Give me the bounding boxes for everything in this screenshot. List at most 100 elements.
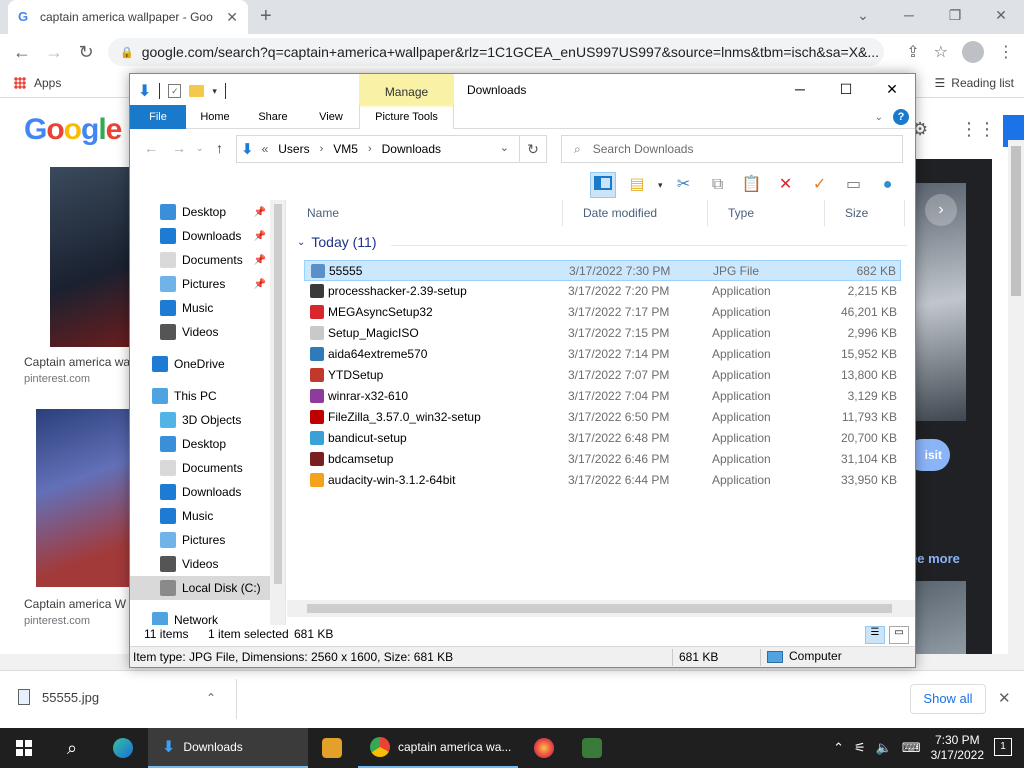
globe-icon[interactable]: ● (875, 172, 901, 198)
notification-icon[interactable]: 1 (994, 738, 1012, 756)
nav-item[interactable]: Documents (130, 456, 270, 480)
breadcrumb-separator-icon[interactable]: › (368, 143, 372, 155)
nav-item[interactable]: Network (130, 608, 270, 625)
h-scrollbar[interactable] (287, 600, 915, 617)
rename-icon[interactable]: ▭ (841, 172, 867, 198)
browser-tab[interactable]: G captain america wallpaper - Goo ✕ (8, 0, 248, 34)
minimize-icon[interactable]: ─ (777, 74, 823, 105)
nav-item[interactable]: This PC (130, 384, 270, 408)
breadcrumb-item[interactable]: Users (278, 142, 309, 156)
nav-item[interactable]: Videos (130, 552, 270, 576)
nav-item[interactable]: OneDrive (130, 352, 270, 376)
breadcrumb-item[interactable]: VM5 (333, 142, 358, 156)
nav-item[interactable]: Desktop (130, 432, 270, 456)
address-dropdown-icon[interactable]: ⌄ (500, 141, 509, 154)
file-row[interactable]: FileZilla_3.57.0_win32-setup 3/17/2022 6:… (304, 407, 901, 428)
file-row[interactable]: Setup_MagicISO 3/17/2022 7:15 PM Applicati… (304, 323, 901, 344)
breadcrumb-separator-icon[interactable]: › (320, 143, 324, 155)
expand-ribbon-icon[interactable]: ⌄ (875, 112, 883, 123)
up-arrow-icon[interactable]: ↑ (216, 140, 223, 156)
next-arrow-icon[interactable]: › (925, 194, 957, 226)
tab-file[interactable]: File (130, 105, 186, 129)
bookmark-star-icon[interactable]: ☆ (934, 42, 948, 62)
collapse-chevron-icon[interactable]: ⌄ (297, 237, 305, 248)
nav-item[interactable]: Music (130, 504, 270, 528)
reload-icon[interactable]: ↻ (70, 42, 102, 63)
tab-view[interactable]: View (306, 105, 356, 129)
tab-close-icon[interactable]: ✕ (226, 9, 238, 26)
share-icon[interactable]: ⇪ (906, 42, 919, 62)
file-row[interactable]: bdcamsetup 3/17/2022 6:46 PM Application 31… (304, 449, 901, 470)
refresh-icon[interactable]: ↻ (519, 135, 547, 163)
nav-item[interactable]: 3D Objects (130, 408, 270, 432)
download-item[interactable]: 55555.jpg (18, 689, 99, 705)
large-icons-view-icon[interactable]: ▭ (889, 626, 909, 644)
nav-item[interactable]: Videos (130, 320, 270, 344)
file-row[interactable]: bandicut-setup 3/17/2022 6:48 PM Applicati… (304, 428, 901, 449)
back-icon[interactable]: ← (6, 42, 38, 63)
file-row[interactable]: MEGAsyncSetup32 3/17/2022 7:17 PM Applicat… (304, 302, 901, 323)
nav-item[interactable]: Downloads 📌 (130, 224, 270, 248)
app-taskbar-button[interactable] (570, 728, 614, 768)
checkmark-icon[interactable]: ✓ (807, 172, 833, 198)
nav-item[interactable]: Pictures 📌 (130, 272, 270, 296)
menu-kebab-icon[interactable]: ⋮ (998, 42, 1014, 62)
nav-scrollbar[interactable] (270, 200, 285, 625)
language-icon[interactable]: ⌨ (902, 740, 921, 756)
lock-icon[interactable]: 🔒 (120, 46, 134, 59)
customize-caret-icon[interactable]: ▾ (212, 86, 217, 97)
chrome-taskbar-button[interactable]: captain america wa... (358, 728, 518, 768)
start-button[interactable] (0, 728, 48, 768)
new-folder-icon[interactable] (189, 85, 205, 97)
file-row[interactable]: winrar-x32-610 3/17/2022 7:04 PM Applicati… (304, 386, 901, 407)
new-folder-icon[interactable]: ▤ (624, 172, 650, 198)
result-thumbnail[interactable] (36, 409, 130, 587)
close-icon[interactable]: ✕ (998, 689, 1011, 707)
minimize-icon[interactable]: ─ (886, 0, 932, 32)
page-scrollbar[interactable] (1008, 140, 1024, 670)
media-taskbar-button[interactable] (312, 728, 352, 768)
tab-picture-tools[interactable]: Picture Tools (359, 105, 454, 129)
details-view-icon[interactable]: ☰ (865, 626, 885, 644)
tab-manage[interactable]: Manage (359, 74, 454, 105)
search-input[interactable]: ⌕ Search Downloads (561, 135, 903, 163)
edge-taskbar-button[interactable] (100, 728, 146, 768)
column-header-type[interactable]: Type (708, 200, 825, 226)
profile-avatar[interactable] (962, 41, 984, 63)
overflow-chevron-icon[interactable]: « (262, 142, 269, 156)
maximize-icon[interactable]: ☐ (823, 74, 869, 105)
new-tab-icon[interactable]: + (260, 5, 272, 28)
file-row[interactable]: 55555 3/17/2022 7:30 PM JPG File 682 KB (304, 260, 901, 281)
breadcrumb-item[interactable]: Downloads (382, 142, 441, 156)
chevron-up-icon[interactable]: ⌃ (206, 691, 216, 705)
column-header-name[interactable]: Name (287, 200, 563, 226)
clock[interactable]: 7:30 PM 3/17/2022 (931, 733, 984, 763)
close-icon[interactable]: ✕ (869, 74, 915, 105)
preview-pane-icon[interactable] (590, 172, 616, 198)
group-header[interactable]: ⌄ Today (11) (297, 234, 377, 250)
apps-shortcut[interactable]: Apps (14, 76, 61, 90)
nav-item[interactable]: Local Disk (C:) (130, 576, 270, 600)
file-row[interactable]: processhacker-2.39-setup 3/17/2022 7:20 P… (304, 281, 901, 302)
forward-icon[interactable]: → (38, 42, 70, 63)
reading-list-button[interactable]: ☰ Reading list (935, 76, 1014, 90)
address-box[interactable]: ⬇ « Users › VM5 › Downloads ⌄ (236, 135, 520, 163)
forward-icon[interactable]: → (172, 140, 186, 156)
show-all-button[interactable]: Show all (910, 684, 986, 714)
file-row[interactable]: aida64extreme570 3/17/2022 7:14 PM Applica… (304, 344, 901, 365)
firefox-taskbar-button[interactable] (522, 728, 566, 768)
address-bar[interactable]: 🔒 google.com/search?q=captain+america+wa… (108, 38, 884, 66)
cut-icon[interactable]: ✂ (671, 172, 697, 198)
network-icon[interactable]: ⚟ (854, 740, 866, 756)
chevron-up-icon[interactable]: ⌃ (833, 740, 844, 756)
result-caption[interactable]: Captain america W (24, 597, 126, 611)
column-header-date[interactable]: Date modified (563, 200, 708, 226)
nav-item[interactable]: Downloads (130, 480, 270, 504)
paste-icon[interactable]: 📋 (739, 172, 765, 198)
help-icon[interactable]: ? (893, 109, 909, 125)
tab-share[interactable]: Share (248, 105, 298, 129)
tab-home[interactable]: Home (190, 105, 240, 129)
scrollbar-thumb[interactable] (1011, 146, 1021, 296)
search-icon[interactable]: ⌕ (48, 728, 96, 768)
see-more-link[interactable]: ee more (910, 551, 960, 566)
